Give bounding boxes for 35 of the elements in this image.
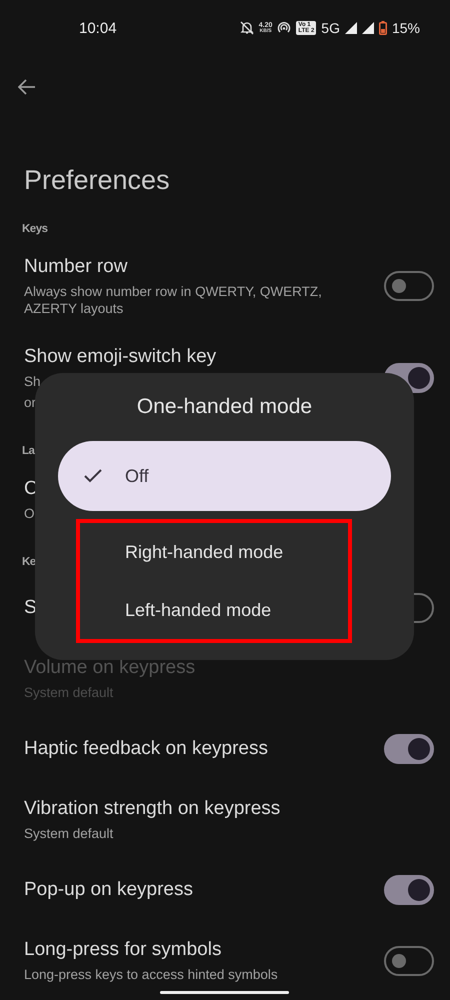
network-type: 5G [321, 20, 340, 36]
signal-icon [344, 22, 357, 34]
setting-summary: Long-press keys to access hinted symbols [24, 966, 278, 983]
battery-percent: 15% [392, 20, 420, 36]
check-icon [84, 469, 102, 483]
setting-summary: Always show number row in QWERTY, QWERTZ, AZERTY layouts [24, 283, 323, 317]
setting-summary: System default [24, 825, 114, 842]
status-time: 10:04 [79, 20, 117, 36]
option-item[interactable]: Off [58, 441, 391, 511]
section-header: La [22, 445, 34, 457]
setting-summary: System default [24, 684, 114, 701]
hotspot-icon [277, 22, 292, 34]
signal-icon [362, 22, 374, 34]
setting-title[interactable]: Pop-up on keypress [24, 878, 364, 902]
section-header: Keys [22, 223, 48, 235]
back-icon[interactable] [18, 79, 36, 95]
dialog-title: One-handed mode [136, 395, 314, 420]
setting-summary: Sh [24, 373, 41, 390]
setting-summary: or [24, 394, 36, 411]
setting-title[interactable]: Show emoji-switch key [24, 345, 364, 369]
toggle-switch[interactable] [384, 734, 434, 764]
option-item[interactable]: Left-handed mode [80, 581, 348, 639]
setting-title[interactable]: Vibration strength on keypress [24, 797, 364, 821]
toggle-switch[interactable] [384, 946, 434, 976]
toggle-switch[interactable] [384, 271, 434, 301]
setting-title[interactable]: Haptic feedback on keypress [24, 737, 364, 761]
setting-title[interactable]: Long-press for symbols [24, 938, 364, 962]
bell-off-icon [240, 21, 254, 35]
toggle-switch[interactable] [384, 875, 434, 905]
setting-title[interactable]: Number row [24, 255, 364, 279]
setting-summary: O [24, 505, 35, 522]
option-item[interactable]: Right-handed mode [80, 523, 348, 581]
section-header: Ke [22, 556, 36, 568]
page-title: Preferences [23, 164, 171, 197]
battery-icon [378, 21, 387, 35]
